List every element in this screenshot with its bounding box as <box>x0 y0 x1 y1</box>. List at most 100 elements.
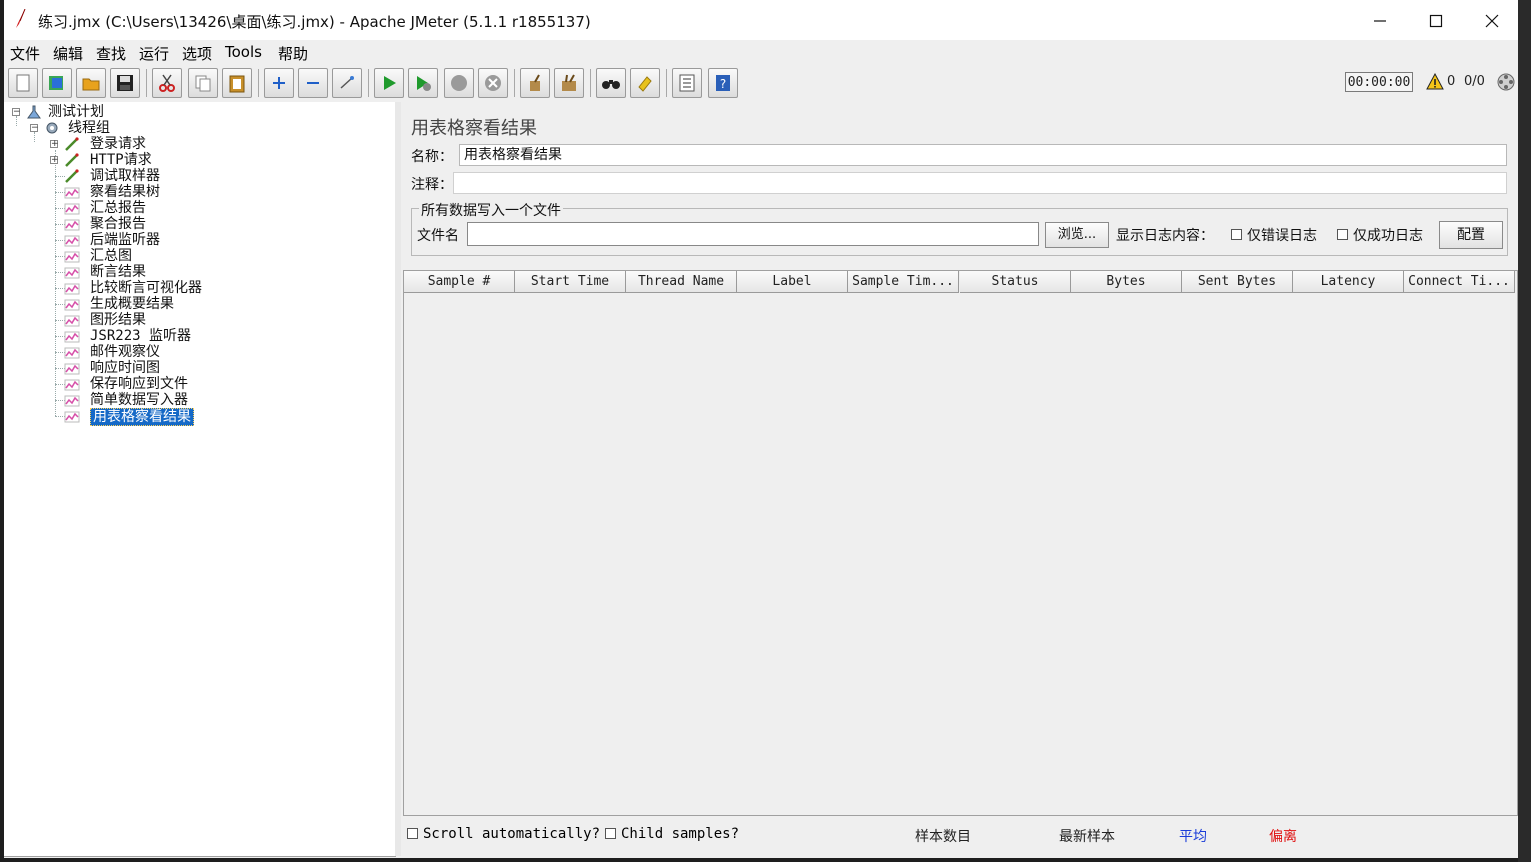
configure-button[interactable]: 配置 <box>1439 221 1503 249</box>
menu-search[interactable]: 查找 <box>96 43 126 64</box>
tree-item-label: 登录请求 <box>90 136 146 152</box>
help-button[interactable]: ? <box>708 68 738 98</box>
browse-button[interactable]: 浏览... <box>1045 222 1109 248</box>
expand-toggle[interactable]: + <box>50 156 59 165</box>
copy-icon <box>195 75 211 92</box>
tree-item-label: 邮件观察仪 <box>90 344 160 360</box>
close-button[interactable] <box>1469 6 1515 36</box>
column-header[interactable]: Connect Ti... <box>1404 271 1515 293</box>
errors-only-checkbox[interactable] <box>1231 229 1242 240</box>
child-samples-label: Child samples? <box>621 826 740 842</box>
tree-item-label: 用表格察看结果 <box>90 408 194 426</box>
warning-icon[interactable] <box>1426 73 1444 91</box>
toolbar-separator <box>666 69 667 97</box>
search-button[interactable] <box>596 68 626 98</box>
column-header[interactable]: Latency <box>1293 271 1404 293</box>
filename-input[interactable] <box>467 222 1039 246</box>
toggle-icon <box>340 76 354 89</box>
toolbar-separator <box>514 69 515 97</box>
column-header[interactable]: Bytes <box>1071 271 1182 293</box>
templates-icon <box>49 76 63 90</box>
menu-tools[interactable]: Tools <box>225 43 262 61</box>
menu-options[interactable]: 选项 <box>182 43 212 64</box>
column-header[interactable]: Label <box>737 271 848 293</box>
child-samples-checkbox[interactable] <box>605 828 616 839</box>
title-bar: 练习.jmx (C:\Users\13426\桌面\练习.jmx) - Apac… <box>4 0 1518 40</box>
tree-item-label: 聚合报告 <box>90 216 146 232</box>
deviation-label: 偏离 <box>1269 829 1297 845</box>
copy-button[interactable] <box>188 68 218 98</box>
reset-search-icon <box>638 76 652 92</box>
column-header[interactable]: Sent Bytes <box>1182 271 1293 293</box>
toggle-button[interactable] <box>332 68 362 98</box>
success-only-checkbox[interactable] <box>1337 229 1348 240</box>
tree-item-label: 断言结果 <box>90 264 146 280</box>
column-header[interactable]: Start Time <box>515 271 626 293</box>
collapse-all-button[interactable] <box>298 68 328 98</box>
comment-field[interactable] <box>453 172 1507 194</box>
toolbar-separator <box>368 69 369 97</box>
average-label: 平均 <box>1179 829 1207 845</box>
clear-all-button[interactable] <box>554 68 584 98</box>
minimize-button[interactable] <box>1357 6 1403 36</box>
column-header[interactable]: Thread Name <box>626 271 737 293</box>
menu-bar: 文件 编辑 查找 运行 选项 Tools 帮助 <box>4 40 1518 64</box>
stop-button[interactable] <box>444 68 474 98</box>
menu-file[interactable]: 文件 <box>10 43 40 64</box>
start-no-pauses-button[interactable] <box>408 68 438 98</box>
results-table[interactable]: Sample # Start Time Thread Name Label Sample… <box>403 270 1518 816</box>
cut-button[interactable] <box>152 68 182 98</box>
paste-button[interactable] <box>222 68 252 98</box>
listener-icon <box>64 363 80 375</box>
tree-item-label: 简单数据写入器 <box>90 392 188 408</box>
name-field[interactable]: 用表格察看结果 <box>459 144 1507 166</box>
scroll-auto-checkbox[interactable] <box>407 828 418 839</box>
collapse-toggle[interactable]: − <box>30 124 39 133</box>
column-header[interactable]: Status <box>960 271 1071 293</box>
paste-icon <box>229 75 245 93</box>
listener-icon <box>64 187 80 199</box>
tree-item-label: 响应时间图 <box>90 360 160 376</box>
new-button[interactable] <box>8 68 38 98</box>
play-icon <box>384 76 396 90</box>
open-folder-icon <box>82 78 100 91</box>
tree-item-label: 测试计划 <box>48 104 104 120</box>
listener-icon <box>64 283 80 295</box>
expand-toggle[interactable]: + <box>50 140 59 149</box>
menu-edit[interactable]: 编辑 <box>53 43 83 64</box>
minus-icon <box>307 82 319 84</box>
column-header[interactable]: Sample Tim... <box>848 271 959 293</box>
save-icon <box>117 75 133 91</box>
shutdown-icon <box>485 75 501 91</box>
function-helper-button[interactable] <box>672 68 702 98</box>
window-title: 练习.jmx (C:\Users\13426\桌面\练习.jmx) - Apac… <box>38 13 591 31</box>
sampler-icon <box>65 169 79 183</box>
tree-item-label: 保存响应到文件 <box>90 376 188 392</box>
broom-icon <box>530 74 540 91</box>
shutdown-button[interactable] <box>478 68 508 98</box>
collapse-toggle[interactable]: − <box>12 108 21 117</box>
templates-button[interactable] <box>42 68 72 98</box>
open-button[interactable] <box>76 68 106 98</box>
listener-icon <box>64 395 80 407</box>
sampler-icon <box>65 153 79 167</box>
listener-icon <box>64 251 80 263</box>
listener-icon <box>64 315 80 327</box>
save-button[interactable] <box>110 68 140 98</box>
start-button[interactable] <box>374 68 404 98</box>
latest-sample-label: 最新样本 <box>1059 829 1115 845</box>
column-header[interactable]: Sample # <box>404 271 515 293</box>
listener-icon <box>64 379 80 391</box>
listener-icon <box>64 203 80 215</box>
clear-button[interactable] <box>520 68 550 98</box>
plus-icon <box>273 77 285 89</box>
listener-icon <box>64 299 80 311</box>
toolbar: ? <box>4 64 1518 103</box>
menu-help[interactable]: 帮助 <box>278 43 308 64</box>
errors-only-label: 仅错误日志 <box>1247 228 1317 244</box>
reset-search-button[interactable] <box>630 68 660 98</box>
tree-item-label: JSR223 监听器 <box>90 328 192 344</box>
menu-run[interactable]: 运行 <box>139 43 169 64</box>
expand-all-button[interactable] <box>264 68 294 98</box>
maximize-button[interactable] <box>1413 6 1459 36</box>
